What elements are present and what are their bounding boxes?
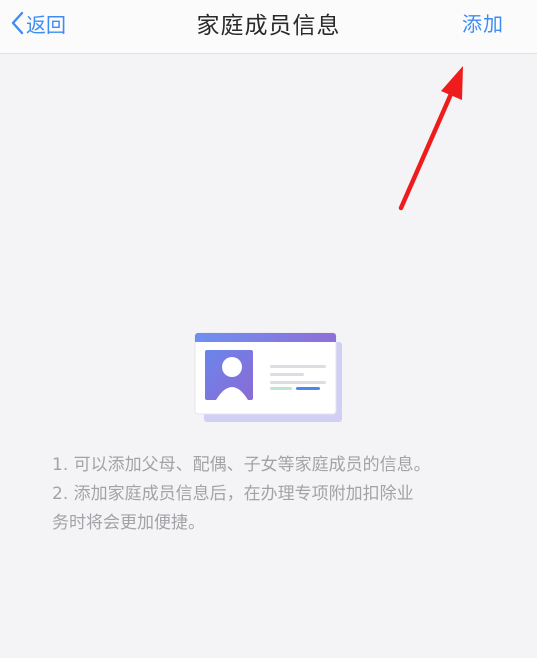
tip-line-1: 1. 可以添加父母、配偶、子女等家庭成员的信息。 <box>52 455 431 475</box>
id-card-icon <box>194 332 342 422</box>
family-members-screen: 返回 家庭成员信息 添加 1. 可以添加父母、配偶、子女等家庭成员的信息。 2.… <box>0 0 537 658</box>
annotation-arrow <box>398 66 463 211</box>
tips-text: 1. 可以添加父母、配偶、子女等家庭成员的信息。 2. 添加家庭成员信息后，在办… <box>52 451 502 538</box>
tip-line-2: 2. 添加家庭成员信息后，在办理专项附加扣除业 <box>52 484 414 504</box>
tip-line-3: 务时将会更加便捷。 <box>52 513 205 533</box>
